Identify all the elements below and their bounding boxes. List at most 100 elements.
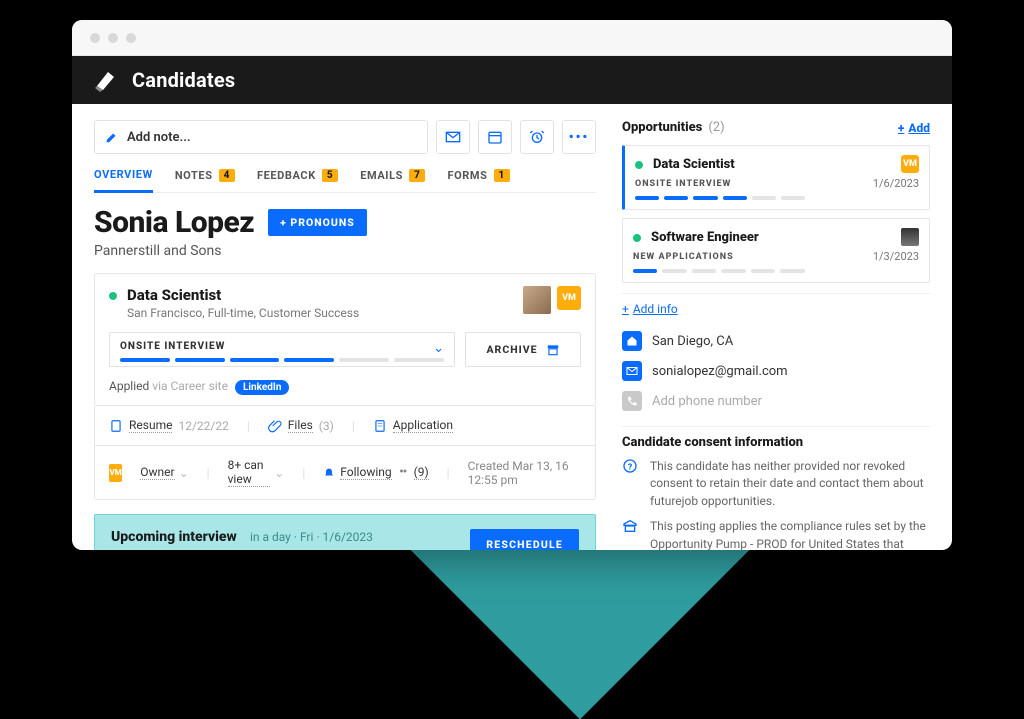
browser-window: Candidates Add note... ••• OVERVIEW NOTE… xyxy=(72,20,952,550)
add-pronouns-button[interactable]: + PRONOUNS xyxy=(268,209,367,236)
resume-date: 12/22/22 xyxy=(178,419,228,433)
institution-icon xyxy=(622,518,638,534)
contact-location[interactable]: San Diego, CA xyxy=(622,326,930,356)
chevron-down-icon: ⌄ xyxy=(179,466,189,480)
followers-count[interactable]: (9) xyxy=(414,465,429,480)
vm-badge: VM xyxy=(557,286,581,310)
opportunity-title: Software Engineer xyxy=(651,230,759,245)
job-title: Data Scientist xyxy=(127,286,359,304)
tab-badge: 4 xyxy=(219,169,235,182)
consent-item: This posting applies the compliance rule… xyxy=(622,518,930,550)
stage-label: ONSITE INTERVIEW xyxy=(120,341,444,352)
source-chip[interactable]: LinkedIn xyxy=(235,380,289,395)
opportunity-stage: ONSITE INTERVIEW xyxy=(635,179,731,189)
question-circle-icon: ? xyxy=(622,458,638,474)
contact-phone-add[interactable]: Add phone number xyxy=(622,386,930,416)
phone-icon xyxy=(626,395,638,407)
app-header: Candidates xyxy=(72,56,952,104)
reminder-button[interactable] xyxy=(520,120,554,154)
candidate-company: Pannerstill and Sons xyxy=(94,243,596,259)
window-dot xyxy=(126,33,136,43)
schedule-button[interactable] xyxy=(478,120,512,154)
following-link[interactable]: Following xyxy=(340,465,391,480)
tab-notes[interactable]: NOTES4 xyxy=(175,168,235,192)
reschedule-button[interactable]: RESCHEDULE xyxy=(470,529,579,550)
job-meta: San Francisco, Full-time, Customer Succe… xyxy=(127,306,359,320)
stage-progress xyxy=(635,196,805,200)
browser-chrome xyxy=(72,20,952,56)
document-icon xyxy=(109,419,123,433)
files-count: (3) xyxy=(319,419,334,433)
documents-row: Resume 12/22/22 | Files (3) | Applicatio… xyxy=(94,406,596,446)
opportunity-date: 1/6/2023 xyxy=(873,177,919,190)
upcoming-interview-banner: Upcoming interview in a day · Fri · 1/6/… xyxy=(94,514,596,550)
tab-badge: 1 xyxy=(494,169,510,182)
contact-email[interactable]: sonialopez@gmail.com xyxy=(622,356,930,386)
window-dot xyxy=(108,33,118,43)
upcoming-when: in a day · Fri · 1/6/2023 xyxy=(250,530,373,544)
people-icon xyxy=(397,467,409,479)
archive-icon xyxy=(546,343,560,357)
opportunity-item[interactable]: Data Scientist VM ONSITE INTERVIEW 1/6/2… xyxy=(622,145,930,210)
tab-overview[interactable]: OVERVIEW xyxy=(94,168,153,193)
resume-link[interactable]: Resume xyxy=(129,418,172,433)
attachment-icon xyxy=(268,419,282,433)
alarm-icon xyxy=(529,129,545,145)
tab-feedback[interactable]: FEEDBACK5 xyxy=(257,168,338,192)
app-title: Candidates xyxy=(132,68,235,92)
hiring-manager-avatar[interactable] xyxy=(523,286,551,314)
upcoming-heading: Upcoming interview xyxy=(111,529,237,545)
main-panel: Add note... ••• OVERVIEW NOTES4 FEEDBACK… xyxy=(72,104,612,550)
consent-item: ? This candidate has neither provided no… xyxy=(622,458,930,510)
email-button[interactable] xyxy=(436,120,470,154)
app-logo-icon xyxy=(94,68,118,92)
owner-link[interactable]: Owner xyxy=(140,465,174,480)
opportunity-date: 1/3/2023 xyxy=(873,250,919,263)
archive-button[interactable]: ARCHIVE xyxy=(465,332,581,367)
svg-text:?: ? xyxy=(628,462,633,472)
stage-progress xyxy=(120,358,444,362)
opportunities-count: (2) xyxy=(708,120,724,135)
add-note-input[interactable]: Add note... xyxy=(94,120,428,154)
opportunities-heading: Opportunities xyxy=(622,120,702,135)
opportunity-stage: NEW APPLICATIONS xyxy=(633,252,734,262)
bell-icon xyxy=(323,467,335,479)
files-link[interactable]: Files xyxy=(288,418,313,433)
add-opportunity-link[interactable]: +Add xyxy=(898,121,930,135)
avatar-icon xyxy=(901,228,919,246)
home-icon xyxy=(626,335,638,347)
side-panel: Opportunities (2) +Add Data Scientist VM… xyxy=(612,104,952,550)
chevron-down-icon: ⌄ xyxy=(433,341,444,356)
candidate-name: Sonia Lopez xyxy=(94,205,254,240)
add-info-link[interactable]: +Add info xyxy=(622,302,930,316)
status-dot-icon xyxy=(635,161,643,169)
calendar-icon xyxy=(487,129,503,145)
more-actions-button[interactable]: ••• xyxy=(562,120,596,154)
opportunity-item[interactable]: Software Engineer NEW APPLICATIONS 1/3/2… xyxy=(622,218,930,283)
owner-row: VM Owner⌄ | 8+ can view⌄ | Following (9)… xyxy=(94,446,596,500)
opportunity-card: Data Scientist San Francisco, Full-time,… xyxy=(94,273,596,406)
envelope-icon xyxy=(626,365,638,377)
tab-badge: 7 xyxy=(409,169,425,182)
plus-icon: + xyxy=(898,121,904,135)
opportunity-title: Data Scientist xyxy=(653,157,735,172)
consent-heading: Candidate consent information xyxy=(622,435,930,450)
plus-icon: + xyxy=(622,302,629,316)
add-note-placeholder: Add note... xyxy=(127,130,191,145)
envelope-icon xyxy=(445,129,461,145)
status-dot-icon xyxy=(109,292,117,300)
ellipsis-icon: ••• xyxy=(569,130,589,145)
window-dot xyxy=(90,33,100,43)
status-dot-icon xyxy=(633,234,641,242)
visibility-link[interactable]: 8+ can view xyxy=(228,458,271,487)
created-timestamp: Created Mar 13, 16 12:55 pm xyxy=(468,459,581,487)
form-icon xyxy=(373,419,387,433)
pencil-icon xyxy=(105,130,119,144)
application-link[interactable]: Application xyxy=(393,418,453,433)
tab-emails[interactable]: EMAILS7 xyxy=(360,168,425,192)
stage-select[interactable]: ⌄ ONSITE INTERVIEW xyxy=(109,332,455,367)
owner-badge: VM xyxy=(109,464,122,482)
vm-badge: VM xyxy=(901,155,919,173)
applied-source: Applied via Career site LinkedIn xyxy=(109,379,581,393)
tab-forms[interactable]: FORMS1 xyxy=(447,168,509,192)
